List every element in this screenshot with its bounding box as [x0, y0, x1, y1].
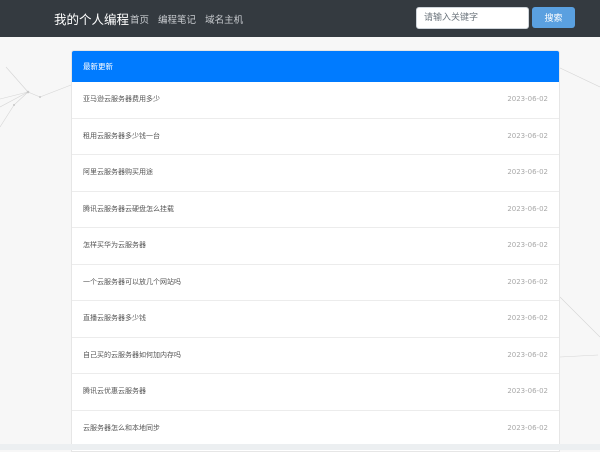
nav-links: 首页 编程笔记 域名主机: [130, 12, 249, 26]
nav-link-notes[interactable]: 编程笔记: [158, 15, 196, 26]
item-title[interactable]: 怎样买华为云服务器: [83, 228, 146, 264]
list-item[interactable]: 怎样买华为云服务器 2023-06-02: [72, 228, 559, 265]
item-title[interactable]: 腾讯云优惠云服务器: [83, 374, 146, 410]
item-date: 2023-06-02: [507, 241, 548, 249]
search-button[interactable]: 搜索: [532, 7, 575, 28]
item-title[interactable]: 腾讯云服务器云硬盘怎么挂载: [83, 192, 174, 228]
site-brand[interactable]: 我的个人编程: [54, 9, 129, 28]
nav-link-domain-hosting[interactable]: 域名主机: [205, 15, 243, 26]
list-item[interactable]: 腾讯云服务器云硬盘怎么挂载 2023-06-02: [72, 192, 559, 228]
item-date: 2023-06-02: [507, 423, 548, 432]
nav-link-home[interactable]: 首页: [130, 15, 149, 26]
item-date: 2023-06-02: [507, 387, 548, 395]
item-title[interactable]: 阿里云服务器购买用途: [83, 155, 153, 191]
card-header-title: 最新更新: [72, 51, 559, 82]
item-date: 2023-06-02: [507, 314, 548, 322]
item-date: 2023-06-02: [507, 204, 548, 213]
list-item[interactable]: 自己买的云服务器如何加内存吗 2023-06-02: [72, 338, 559, 374]
search-input[interactable]: [416, 7, 529, 29]
item-title[interactable]: 亚马逊云服务器费用多少: [83, 82, 160, 118]
item-title[interactable]: 自己买的云服务器如何加内存吗: [83, 338, 181, 374]
top-navbar: 我的个人编程 首页 编程笔记 域名主机 搜索: [0, 0, 600, 37]
item-title[interactable]: 一个云服务器可以放几个网站吗: [83, 265, 181, 301]
item-date: 2023-06-02: [507, 277, 548, 286]
list-item[interactable]: 一个云服务器可以放几个网站吗 2023-06-02: [72, 265, 559, 301]
item-title[interactable]: 直播云服务器多少钱: [83, 301, 146, 337]
list-item[interactable]: 租用云服务器多少钱一台 2023-06-02: [72, 119, 559, 155]
list-item[interactable]: 亚马逊云服务器费用多少 2023-06-02: [72, 82, 559, 119]
list-item[interactable]: 直播云服务器多少钱 2023-06-02: [72, 301, 559, 338]
list-item[interactable]: 阿里云服务器购买用途 2023-06-02: [72, 155, 559, 192]
list-item[interactable]: 腾讯云优惠云服务器 2023-06-02: [72, 374, 559, 411]
footer-strip: [0, 444, 600, 450]
item-date: 2023-06-02: [507, 95, 548, 103]
item-title[interactable]: 云服务器怎么和本地同步: [83, 411, 160, 447]
item-date: 2023-06-02: [507, 131, 548, 140]
list-item[interactable]: 云服务器怎么和本地同步 2023-06-02: [72, 411, 559, 447]
item-date: 2023-06-02: [507, 168, 548, 176]
item-title[interactable]: 租用云服务器多少钱一台: [83, 119, 160, 155]
item-date: 2023-06-02: [507, 350, 548, 359]
latest-updates-card: 最新更新 亚马逊云服务器费用多少 2023-06-02 租用云服务器多少钱一台 …: [71, 50, 560, 452]
